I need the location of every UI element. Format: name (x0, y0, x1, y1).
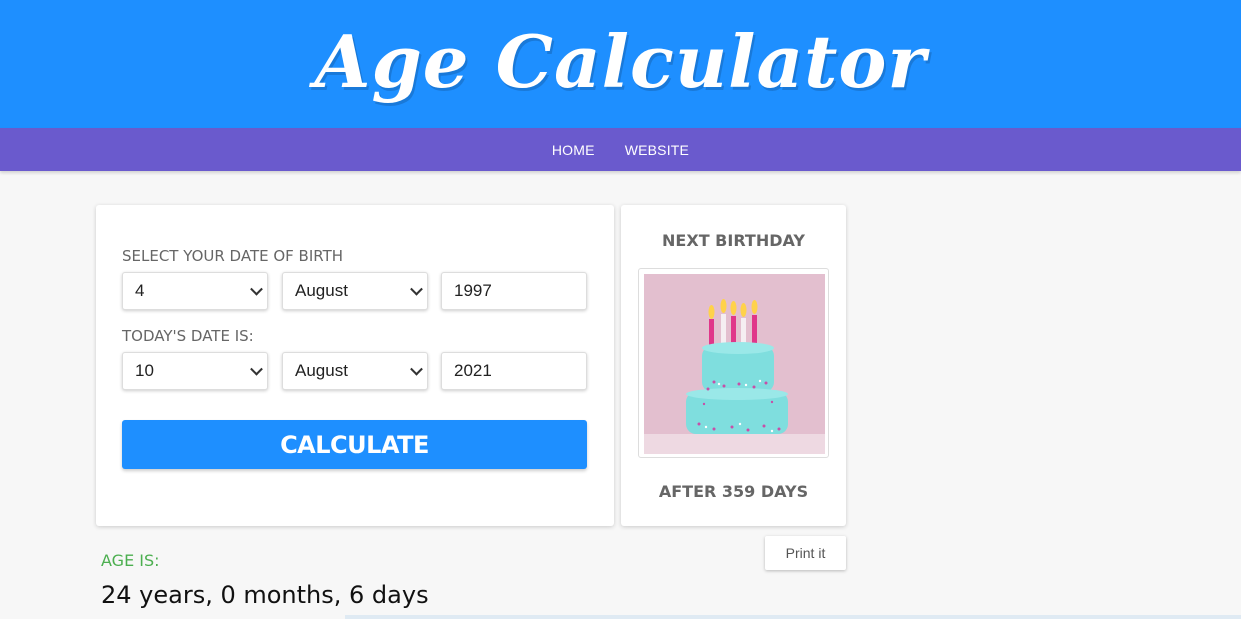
nav-home-link[interactable]: HOME (552, 142, 595, 158)
chevron-down-icon (250, 362, 263, 376)
today-year-input[interactable]: 2021 (441, 352, 587, 390)
age-result-value: 24 years, 0 months, 6 days (101, 581, 429, 609)
site-logo[interactable]: Age Calculator (315, 19, 927, 104)
chevron-down-icon (410, 362, 423, 376)
calculate-button[interactable]: CALCULATE (122, 420, 587, 469)
site-header: Age Calculator (0, 0, 1241, 128)
today-day-value: 10 (135, 361, 154, 380)
today-day-select[interactable]: 10 (122, 352, 268, 390)
chevron-down-icon (410, 282, 423, 296)
print-button[interactable]: Print it (765, 536, 846, 570)
today-label: TODAY'S DATE IS: (122, 327, 254, 345)
birthday-cake-image (638, 268, 829, 458)
dob-day-select[interactable]: 4 (122, 272, 268, 310)
age-result-label: AGE IS: (101, 551, 160, 570)
calculator-form-card: SELECT YOUR DATE OF BIRTH 4 August 1997 … (96, 205, 614, 526)
dob-month-select[interactable]: August (282, 272, 428, 310)
today-month-select[interactable]: August (282, 352, 428, 390)
nav-bar: HOME WEBSITE (0, 128, 1241, 171)
dob-label: SELECT YOUR DATE OF BIRTH (122, 247, 344, 265)
nav-website-link[interactable]: WEBSITE (625, 142, 689, 158)
dob-year-input[interactable]: 1997 (441, 272, 587, 310)
chevron-down-icon (250, 282, 263, 296)
today-month-value: August (295, 361, 348, 380)
dob-day-value: 4 (135, 281, 145, 300)
next-birthday-card: NEXT BIRTHDAY AFTER 359 DAYS (621, 205, 846, 526)
dob-month-value: August (295, 281, 348, 300)
next-birthday-title: NEXT BIRTHDAY (662, 231, 805, 250)
bottom-divider (345, 615, 1241, 619)
next-birthday-countdown: AFTER 359 DAYS (658, 482, 809, 501)
